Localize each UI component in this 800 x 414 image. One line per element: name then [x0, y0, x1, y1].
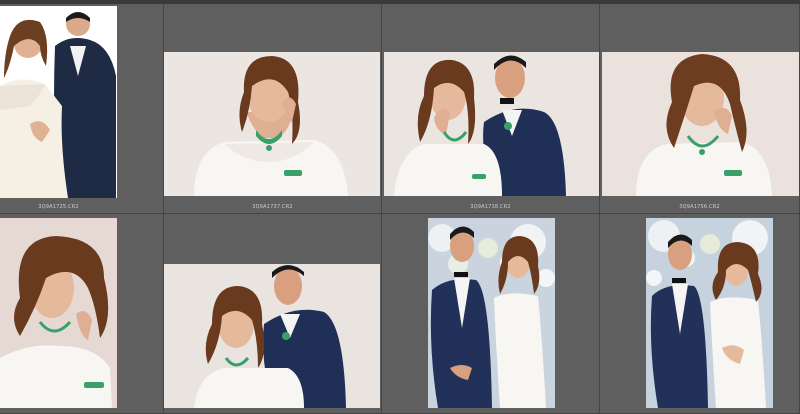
thumbnail-cell-2[interactable]: 3Q9A1737.CR2	[164, 4, 382, 214]
thumbnail-image-7[interactable]	[428, 218, 555, 408]
thumbnail-cell-5[interactable]	[0, 214, 164, 414]
thumbnail-image-2[interactable]	[164, 52, 380, 196]
thumbnail-caption-3: 3Q9A1738.CR2	[470, 204, 511, 210]
thumbnail-image-5[interactable]	[0, 218, 117, 408]
thumbnail-cell-4[interactable]: 3Q9A1756.CR2	[600, 4, 800, 214]
thumbnail-image-6[interactable]	[164, 264, 380, 408]
thumbnail-image-4[interactable]	[602, 52, 799, 196]
thumbnail-caption-1: 3Q9A1725.CR2	[38, 204, 79, 210]
thumbnail-cell-1[interactable]: 3Q9A1725.CR2	[0, 4, 164, 214]
thumbnail-caption-4: 3Q9A1756.CR2	[679, 204, 720, 210]
thumbnail-cell-3[interactable]: 3Q9A1738.CR2	[382, 4, 600, 214]
thumbnail-image-8[interactable]	[646, 218, 773, 408]
thumbnail-caption-2: 3Q9A1737.CR2	[252, 204, 293, 210]
thumbnail-cell-7[interactable]	[382, 214, 600, 414]
thumbnail-image-3[interactable]	[384, 52, 599, 196]
thumbnail-cell-8[interactable]	[600, 214, 800, 414]
thumbnail-image-1[interactable]	[0, 6, 117, 198]
thumbnail-grid: 3Q9A1725.CR2 3Q9A1737.CR2 3Q9A1738.CR2 3…	[0, 0, 800, 414]
thumbnail-cell-6[interactable]	[164, 214, 382, 414]
